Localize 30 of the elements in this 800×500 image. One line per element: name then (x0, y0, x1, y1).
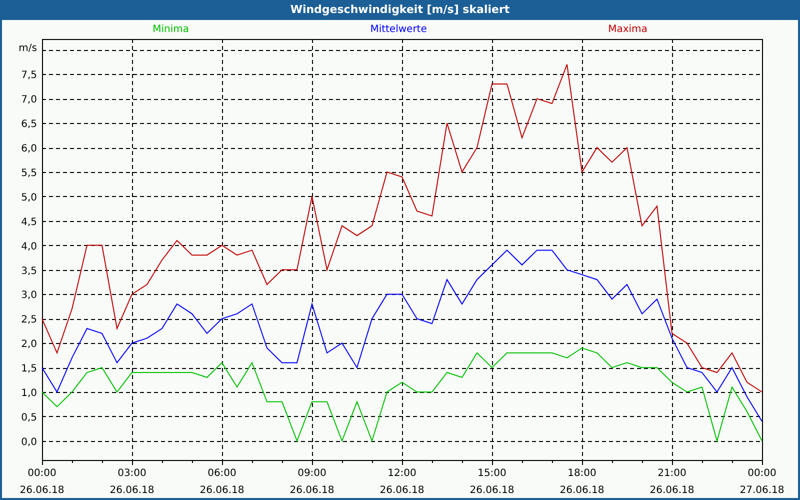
y-tick-label: 1,0 (21, 388, 37, 400)
x-tick-label: 03:00 26.06.18 (110, 468, 154, 496)
y-tick-label: 7,5 (21, 70, 37, 82)
y-tick-label: 4,5 (21, 216, 37, 228)
y-tick-label: 2,0 (21, 339, 37, 350)
y-tick-label: 5,0 (21, 192, 37, 204)
legend-label: Maxima (608, 22, 648, 36)
x-tick-label: 21:00 26.06.18 (650, 468, 694, 496)
x-tick-label: 18:00 26.06.18 (560, 468, 604, 496)
x-tick-label: 12:00 26.06.18 (380, 468, 424, 496)
y-tick-label: 6,5 (21, 119, 37, 130)
y-axis-unit: m/s (18, 42, 37, 54)
x-tick-label: 00:00 26.06.18 (20, 468, 64, 496)
x-tick-label: 09:00 26.06.18 (290, 468, 334, 496)
y-tick-label: 3,5 (21, 266, 37, 277)
x-tick-label: 15:00 26.06.18 (470, 468, 514, 496)
y-tick-label: 0,0 (21, 436, 37, 448)
y-tick-label: 7,0 (21, 94, 37, 106)
y-tick-label: 1,5 (21, 364, 37, 375)
window-title: Windgeschwindigkeit [m/s] skaliert (290, 2, 510, 18)
y-tick-label: 3,0 (21, 290, 37, 302)
y-tick-label: 5,5 (21, 168, 37, 179)
legend-label: Mittelwerte (370, 22, 427, 36)
legend-label: Minima (152, 22, 189, 36)
x-tick-label: 00:00 27.06.18 (740, 468, 784, 496)
y-tick-label: 2,5 (21, 314, 37, 326)
y-tick-label: 0,5 (21, 412, 37, 424)
y-tick-label: 6,0 (21, 144, 37, 155)
x-tick-label: 06:00 26.06.18 (200, 468, 244, 496)
y-tick-label: 4,0 (21, 241, 37, 252)
